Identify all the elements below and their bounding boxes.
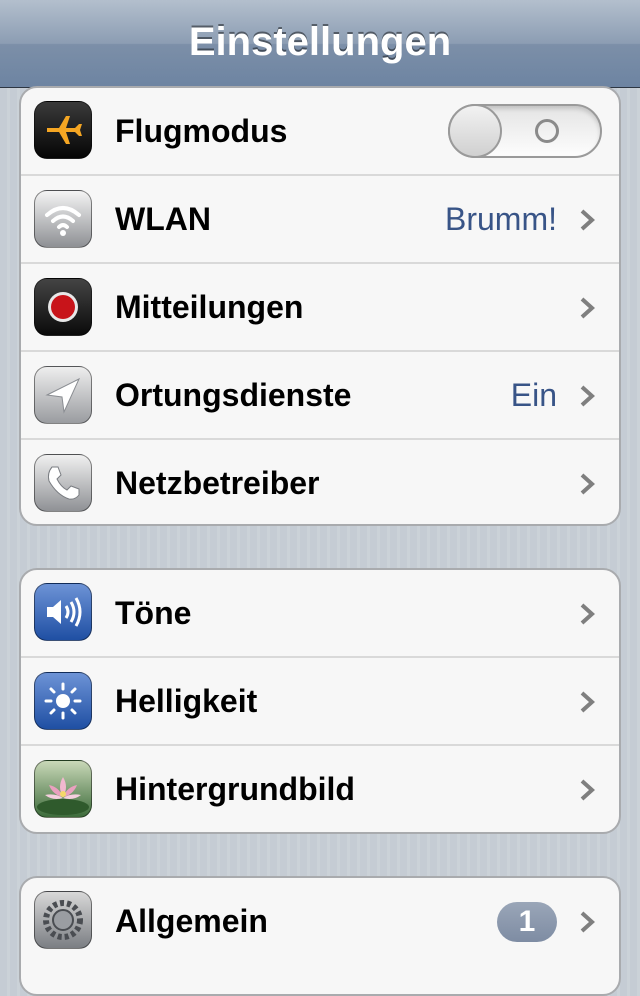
flugmodus-toggle[interactable] — [448, 104, 602, 158]
settings-row-label: Mitteilungen — [115, 289, 304, 325]
settings-row-label: Ortungsdienste — [115, 377, 352, 413]
chevron-right-icon — [580, 209, 595, 231]
chevron-right-icon — [580, 473, 595, 495]
settings-row-label: Allgemein — [115, 903, 268, 939]
settings-row-helligkeit[interactable]: Helligkeit — [21, 656, 619, 744]
settings-row-value: Brumm! — [445, 201, 557, 237]
settings-row-allgemein[interactable]: Allgemein 1 — [21, 878, 619, 964]
chevron-right-icon — [580, 911, 595, 933]
settings-row-label: Netzbetreiber — [115, 465, 320, 501]
phone-icon — [34, 454, 92, 512]
settings-row-flugmodus: Flugmodus — [21, 88, 619, 174]
airplane-icon — [34, 101, 92, 159]
speaker-icon — [34, 583, 92, 641]
page-title: Einstellungen — [188, 20, 452, 64]
chevron-right-icon — [580, 603, 595, 625]
settings-row-ortungsdienste[interactable]: Ortungsdienste Ein — [21, 350, 619, 438]
navigation-bar: Einstellungen — [0, 0, 640, 88]
location-arrow-icon — [34, 366, 92, 424]
settings-row-wlan[interactable]: WLAN Brumm! — [21, 174, 619, 262]
settings-row-label: Flugmodus — [115, 113, 288, 149]
toggle-knob[interactable] — [448, 104, 502, 158]
brightness-icon — [34, 672, 92, 730]
chevron-right-icon — [580, 297, 595, 319]
chevron-right-icon — [580, 779, 595, 801]
wallpaper-flower-icon — [34, 760, 92, 818]
settings-row-label: Töne — [115, 595, 192, 631]
chevron-right-icon — [580, 691, 595, 713]
notifications-icon — [34, 278, 92, 336]
settings-group-sound-display: Töne Helligkeit Hintergrundbild — [19, 568, 621, 834]
toggle-off-indicator — [535, 119, 559, 143]
update-count-badge: 1 — [497, 902, 557, 942]
gear-icon — [34, 891, 92, 949]
wifi-icon — [34, 190, 92, 248]
settings-row-hintergrundbild[interactable]: Hintergrundbild — [21, 744, 619, 832]
settings-row-toene[interactable]: Töne — [21, 570, 619, 656]
settings-row-mitteilungen[interactable]: Mitteilungen — [21, 262, 619, 350]
settings-group-general: Allgemein 1 — [19, 876, 621, 996]
chevron-right-icon — [580, 385, 595, 407]
settings-row-value: Ein — [510, 377, 557, 413]
settings-row-label: Hintergrundbild — [115, 771, 355, 807]
settings-row-label: Helligkeit — [115, 683, 258, 719]
settings-group-connectivity: Flugmodus WLAN Brumm! Mitteilungen Ortun… — [19, 86, 621, 526]
settings-row-netzbetreiber[interactable]: Netzbetreiber — [21, 438, 619, 524]
settings-row-label: WLAN — [115, 201, 211, 237]
